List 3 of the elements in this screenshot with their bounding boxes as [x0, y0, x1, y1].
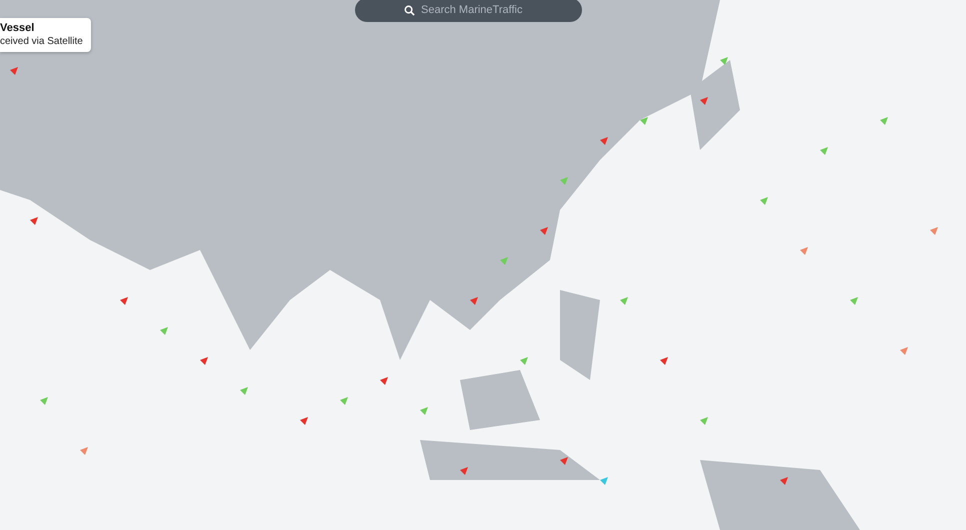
search-field[interactable]: Search MarineTraffic [355, 0, 582, 22]
tooltip-title: Vessel [0, 21, 36, 35]
tooltip-subtitle: ceived via Satellite [0, 35, 83, 49]
